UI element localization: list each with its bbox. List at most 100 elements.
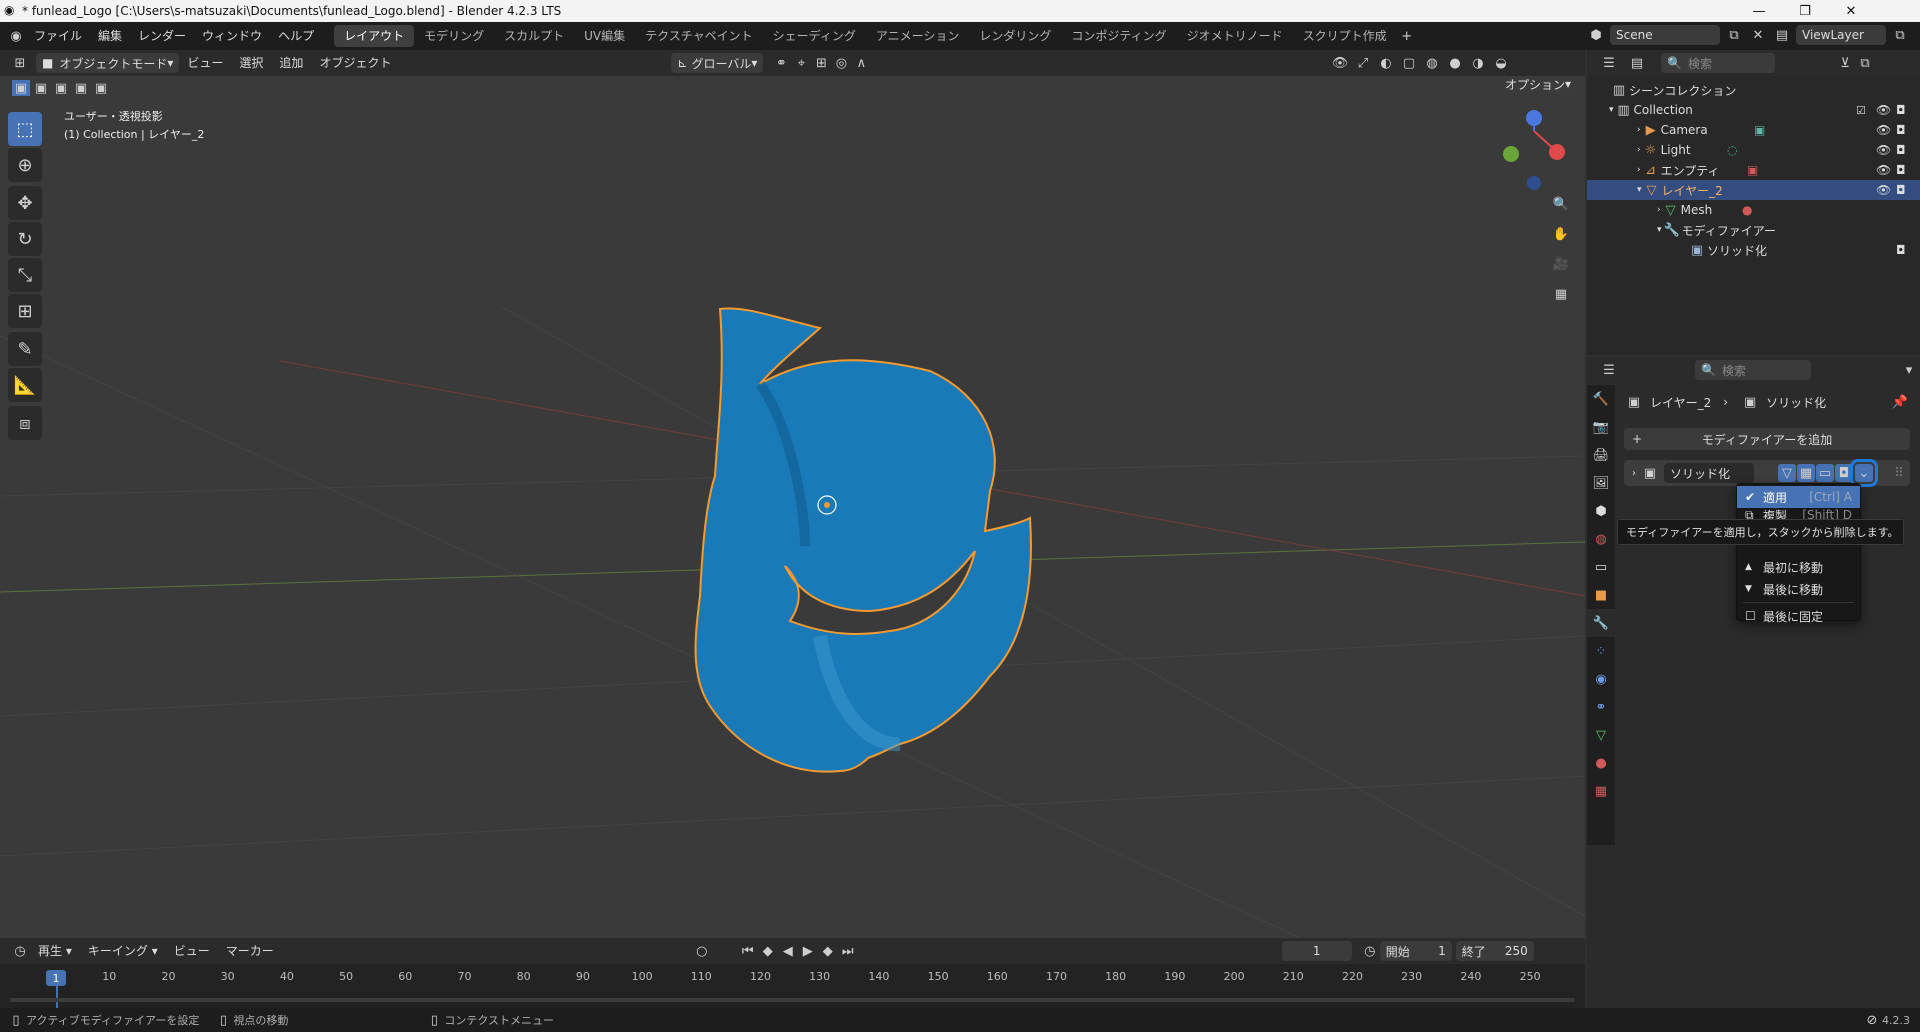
filter-icon[interactable]: ⊻	[1835, 53, 1855, 73]
tab-rendering[interactable]: レンダリング	[969, 25, 1061, 47]
wireframe-shading-icon[interactable]: ◍	[1422, 53, 1442, 73]
render-tab-icon[interactable]: 📷	[1587, 413, 1615, 441]
tab-shading[interactable]: シェーディング	[763, 25, 866, 47]
world-tab-icon[interactable]: ◍	[1587, 525, 1615, 553]
new-viewlayer-icon[interactable]: ⧉	[1890, 25, 1910, 45]
menu-item-move-last[interactable]: ▼ 最後に移動	[1737, 578, 1860, 600]
outliner-item-mesh[interactable]: › ▽ Mesh ●	[1587, 200, 1920, 220]
scene-icon[interactable]: ⬢	[1586, 25, 1606, 45]
eye-icon[interactable]: 👁	[1876, 143, 1891, 157]
move-tool-icon[interactable]: ✥	[8, 186, 42, 220]
outliner-editor-icon[interactable]: ☰	[1599, 53, 1619, 73]
outliner-item-camera[interactable]: › ▶ Camera ▣ 👁 ◘	[1587, 120, 1920, 140]
cursor-tool-icon[interactable]: ⊕	[8, 148, 42, 182]
add-cube-tool-icon[interactable]: ⧈	[8, 406, 42, 440]
view-layer-tab-icon[interactable]: 🖼	[1587, 469, 1615, 497]
tab-texture-paint[interactable]: テクスチャペイント	[635, 25, 763, 47]
outliner-collection[interactable]: ▾ ▥ Collection ☑ 👁 ◘	[1587, 100, 1920, 120]
clock-icon[interactable]: ◷	[1360, 941, 1380, 961]
eye-icon[interactable]: 👁	[1876, 103, 1891, 117]
viewport-toggle-icon[interactable]: ▭	[1816, 464, 1834, 482]
transform-orientation-dropdown[interactable]: ⊾ グローバル ▾	[671, 53, 764, 73]
menu-item-move-first[interactable]: ▲ 最初に移動	[1737, 556, 1860, 578]
play-icon[interactable]: ▶	[798, 941, 818, 961]
visibility-icon[interactable]: 👁	[1330, 53, 1350, 73]
select-invert-icon[interactable]: ▣	[72, 80, 90, 96]
menu-add[interactable]: 追加	[271, 49, 311, 77]
scene-selector[interactable]: Scene	[1610, 25, 1720, 45]
select-box-tool-icon[interactable]: ⬚	[8, 112, 42, 146]
tab-uv-edit[interactable]: UV編集	[574, 25, 635, 47]
cage-toggle-icon[interactable]: ▦	[1797, 464, 1815, 482]
pin-icon[interactable]: 📌	[1890, 392, 1910, 412]
render-toggle-icon[interactable]: ◘	[1835, 464, 1853, 482]
delete-viewlayer-icon[interactable]: ✕	[1914, 25, 1920, 45]
tab-sculpt[interactable]: スカルプト	[494, 25, 574, 47]
scale-tool-icon[interactable]: ⤡	[8, 258, 42, 292]
end-frame-field[interactable]: 終了 250	[1455, 941, 1534, 961]
rotate-tool-icon[interactable]: ↻	[8, 222, 42, 256]
falloff-icon[interactable]: ∧	[851, 53, 871, 73]
tab-modeling[interactable]: モデリング	[414, 25, 494, 47]
eye-icon[interactable]: 👁	[1876, 183, 1891, 197]
pan-hand-icon[interactable]: ✋	[1551, 224, 1571, 244]
playhead[interactable]: 1	[46, 970, 66, 986]
prev-keyframe-icon[interactable]: ◆	[758, 941, 778, 961]
select-subtract-icon[interactable]: ▣	[52, 80, 70, 96]
menu-view[interactable]: ビュー	[179, 49, 231, 77]
xray-icon[interactable]: ▢	[1399, 53, 1419, 73]
menu-marker[interactable]: マーカー	[218, 937, 282, 965]
camera-render-icon[interactable]: ◘	[1896, 103, 1906, 117]
constraints-tab-icon[interactable]: ⚭	[1587, 693, 1615, 721]
mode-dropdown[interactable]: ■ オブジェクトモード ▾	[36, 53, 180, 73]
proportional-edit-icon[interactable]: ◎	[831, 53, 851, 73]
material-tab-icon[interactable]: ●	[1587, 749, 1615, 777]
modifier-name-input[interactable]: ソリッド化	[1664, 463, 1754, 483]
camera-render-icon[interactable]: ◘	[1896, 163, 1906, 177]
tab-layout[interactable]: レイアウト	[334, 25, 415, 47]
chevron-right-icon[interactable]: ›	[1632, 468, 1636, 479]
checkbox-icon[interactable]: ☐	[1745, 609, 1763, 623]
menu-keying[interactable]: キーイング ▾	[80, 937, 166, 965]
timeline-scrollbar[interactable]	[10, 998, 1575, 1002]
transform-tool-icon[interactable]: ⊞	[8, 294, 42, 328]
annotate-tool-icon[interactable]: ✎	[8, 332, 42, 366]
select-extend-icon[interactable]: ▣	[32, 80, 50, 96]
gizmo-icon[interactable]: ⤢	[1353, 53, 1373, 73]
collection-tab-icon[interactable]: ▭	[1587, 553, 1615, 581]
pivot-icon[interactable]: ⚭	[771, 53, 791, 73]
add-workspace-icon[interactable]: +	[1397, 26, 1417, 46]
image-data-icon[interactable]: ▣	[1747, 163, 1758, 177]
menu-object[interactable]: オブジェクト	[311, 49, 399, 77]
drag-handle-icon[interactable]: ⠿	[1889, 463, 1909, 483]
minimize-button[interactable]: —	[1736, 0, 1782, 22]
outliner-item-solidify[interactable]: ▣ ソリッド化 ◘	[1587, 240, 1920, 260]
modifier-tab-icon[interactable]: 🔧	[1587, 609, 1615, 637]
select-new-icon[interactable]: ▣	[12, 80, 30, 96]
start-frame-field[interactable]: 開始 1	[1379, 941, 1452, 961]
tab-compositing[interactable]: コンポジティング	[1061, 25, 1176, 47]
outliner-scene-collection[interactable]: ▥ シーンコレクション	[1587, 80, 1920, 100]
camera-render-icon[interactable]: ◘	[1896, 143, 1906, 157]
tab-scripting[interactable]: スクリプト作成	[1293, 25, 1397, 47]
eye-icon[interactable]: 👁	[1876, 163, 1891, 177]
scene-tab-icon[interactable]: ⬢	[1587, 497, 1615, 525]
snap-target-icon[interactable]: ⊞	[811, 53, 831, 73]
menu-select[interactable]: 選択	[231, 49, 271, 77]
rendered-shading-icon[interactable]: ◒	[1491, 53, 1511, 73]
object-tab-icon[interactable]: ■	[1587, 581, 1615, 609]
physics-tab-icon[interactable]: ◉	[1587, 665, 1615, 693]
current-frame-field[interactable]: 1	[1281, 941, 1352, 961]
jump-end-icon[interactable]: ⏭	[838, 941, 858, 961]
tab-animation[interactable]: アニメーション	[866, 25, 970, 47]
particles-tab-icon[interactable]: ⁘	[1587, 637, 1615, 665]
maximize-button[interactable]: ❐	[1782, 0, 1828, 22]
menu-file[interactable]: ファイル	[26, 22, 90, 50]
auto-keying-icon[interactable]: ○	[692, 941, 712, 961]
ortho-grid-icon[interactable]: ▦	[1551, 284, 1571, 304]
overlay-icon[interactable]: ◐	[1376, 53, 1396, 73]
options-dropdown[interactable]: オプション ▾	[1499, 76, 1578, 94]
play-reverse-icon[interactable]: ◀	[778, 941, 798, 961]
outliner-item-empty[interactable]: › ⊿ エンプティ ▣ 👁 ◘	[1587, 160, 1920, 180]
menu-item-pin-last[interactable]: ☐ 最後に固定	[1737, 605, 1860, 627]
